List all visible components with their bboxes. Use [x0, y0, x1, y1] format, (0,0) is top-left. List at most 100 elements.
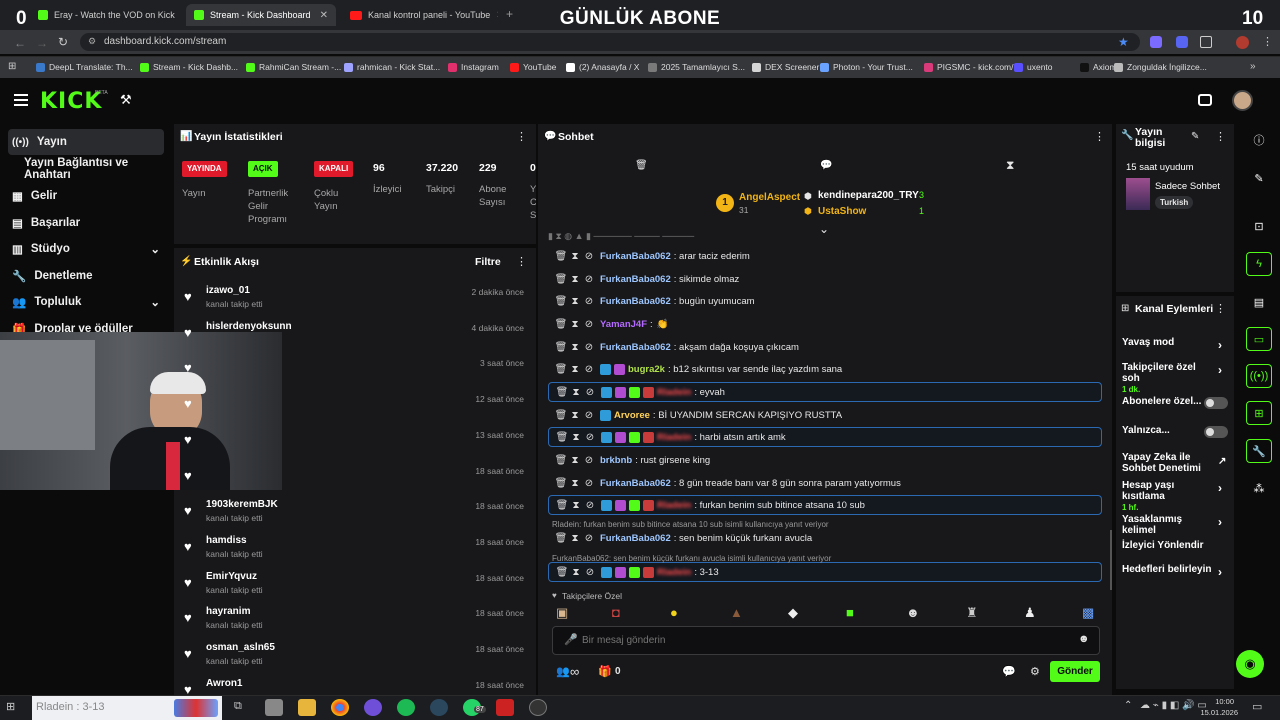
leader-name-2[interactable]: kendinepara200_TRY [818, 190, 919, 201]
wrench-icon[interactable]: 🔧 [1246, 439, 1272, 463]
timeout-hourglass-icon[interactable]: ⧗ [568, 533, 582, 544]
bookmark-item[interactable]: rahmican - Kick Stat... [344, 62, 440, 72]
chat-username[interactable]: YamanJ4F [600, 319, 647, 330]
chat-username[interactable]: FurkanBaba062 [600, 274, 671, 285]
chat-username[interactable]: Arvoree [614, 410, 650, 421]
channel-action-item[interactable]: Yasaklanmış kelimel [1122, 514, 1230, 536]
timeout-hourglass-icon[interactable]: ⧗ [569, 567, 583, 578]
emote-icon[interactable]: ◆ [788, 605, 798, 621]
close-tab-icon[interactable]: ✕ [320, 10, 328, 21]
reload-icon[interactable]: ↻ [58, 35, 68, 49]
chevron-right-icon[interactable]: › [1218, 338, 1222, 352]
ban-icon[interactable]: ⊘ [582, 296, 596, 307]
ban-icon[interactable]: ⊘ [582, 364, 596, 375]
user-avatar[interactable] [1232, 90, 1253, 111]
tray-chevron-icon[interactable]: ⌃ [1124, 700, 1132, 711]
delete-message-icon[interactable]: 🗑 [554, 251, 568, 262]
sidebar-item-studyo[interactable]: ▥ Stüdyo ⌄ [8, 236, 164, 262]
delete-message-icon[interactable]: 🗑 [555, 567, 569, 578]
timeout-hourglass-icon[interactable]: ⧗ [568, 455, 582, 466]
leader-name-3[interactable]: UstaShow [818, 206, 866, 217]
emoji-picker-icon[interactable]: ☻ [1078, 633, 1090, 645]
bookmark-item[interactable]: DeepL Translate: Th... [36, 62, 133, 72]
chat-bubble-icon[interactable]: ▭ [1246, 327, 1272, 351]
filter-button[interactable]: Filtre [475, 256, 501, 268]
channel-action-item[interactable]: Yavaş mod [1122, 337, 1230, 348]
sidebar-item-yayin[interactable]: ((•)) Yayın [8, 129, 164, 155]
support-chat-button[interactable]: ◉ [1236, 650, 1264, 678]
channel-action-item[interactable]: Takipçilere özel soh 1 dk. [1122, 362, 1230, 395]
more-options-icon[interactable]: ⋮ [1215, 130, 1226, 143]
emote-icon[interactable]: ☻ [906, 605, 920, 620]
sidebar-item-basarilar[interactable]: ▤ Başarılar [8, 210, 164, 236]
chevron-right-icon[interactable]: › [1218, 565, 1222, 579]
chat-bubble-icon[interactable]: 💬 [820, 160, 832, 171]
extension-icon[interactable] [1150, 36, 1162, 48]
ban-icon[interactable]: ⊘ [582, 478, 596, 489]
bookmark-item[interactable]: PIGSMC - kick.com/... [924, 62, 1021, 72]
timeout-hourglass-icon[interactable]: ⧗ [568, 364, 582, 375]
ban-icon[interactable]: ⊘ [583, 500, 597, 511]
delete-message-icon[interactable]: 🗑 [554, 342, 568, 353]
emote-icon[interactable]: ● [670, 605, 678, 620]
microphone-icon[interactable]: 🎤 [564, 633, 578, 646]
bookmark-item[interactable]: Instagram [448, 62, 499, 72]
emote-icon[interactable]: ♟ [1024, 605, 1036, 621]
timeout-hourglass-icon[interactable]: ⧗ [569, 500, 583, 511]
bookmark-item[interactable]: Photon - Your Trust... [820, 62, 913, 72]
timeout-hourglass-icon[interactable]: ⧗ [569, 432, 583, 443]
windows-start-icon[interactable]: ⊞ [6, 700, 15, 713]
category-name[interactable]: Sadece Sohbet [1155, 181, 1220, 192]
delete-message-icon[interactable]: 🗑 [554, 478, 568, 489]
bookmark-item[interactable]: (2) Anasayfa / X [566, 62, 639, 72]
profile-avatar-icon[interactable] [1236, 36, 1249, 49]
notifications-icon[interactable]: ▭ [1252, 700, 1262, 713]
document-icon[interactable]: ▤ [1246, 290, 1272, 314]
more-options-icon[interactable]: ⋮ [1094, 130, 1105, 143]
tab-eray-vod[interactable]: Eray - Watch the VOD on Kick✕ [30, 4, 180, 26]
ban-icon[interactable]: ⊘ [582, 455, 596, 466]
kick-logo[interactable]: KICK [40, 89, 102, 114]
follower-name[interactable]: hayranim [206, 606, 250, 617]
delete-message-icon[interactable]: 🗑 [554, 455, 568, 466]
more-options-icon[interactable]: ⋮ [1215, 302, 1226, 315]
chat-username[interactable]: FurkanBaba062 [600, 251, 671, 262]
channel-action-item[interactable]: İzleyici Yönlendir [1122, 540, 1230, 551]
chat-username[interactable]: Rladein [657, 567, 691, 578]
bookmark-item[interactable]: Stream - Kick Dashb... [140, 62, 238, 72]
external-link-icon[interactable]: ↗ [1218, 456, 1226, 467]
more-options-icon[interactable]: ⋮ [516, 255, 527, 268]
chat-username[interactable]: Rladein [657, 387, 691, 398]
back-icon[interactable]: ← [14, 36, 26, 50]
delete-message-icon[interactable]: 🗑 [554, 274, 568, 285]
ban-icon[interactable]: ⊘ [583, 432, 597, 443]
hamburger-menu-icon[interactable] [14, 94, 28, 106]
emote-icon[interactable]: ♜ [966, 605, 978, 621]
follower-name[interactable]: 1903keremBJK [206, 499, 278, 510]
hammer-icon[interactable]: ⚒ [120, 92, 132, 108]
chat-message-input[interactable] [582, 631, 1062, 649]
delete-message-icon[interactable]: 🗑 [555, 432, 569, 443]
ban-icon[interactable]: ⊘ [582, 410, 596, 421]
chat-bubble-icon[interactable]: 💬 [1002, 665, 1016, 678]
apps-grid-icon[interactable]: ⊞ [8, 61, 16, 72]
url-field[interactable]: dashboard.kick.com/stream [80, 33, 1140, 51]
bookmark-item[interactable]: Zonguldak İngilizce... [1114, 62, 1207, 72]
chat-username[interactable]: Rladein [657, 432, 691, 443]
more-options-icon[interactable]: ⋮ [516, 130, 527, 143]
chat-username[interactable]: Rladein [657, 500, 691, 511]
follower-name[interactable]: osman_asln65 [206, 642, 275, 653]
toggle-switch[interactable] [1204, 397, 1228, 409]
sidebar-item-gelir[interactable]: ▦ Gelir [8, 183, 164, 209]
delete-message-icon[interactable]: 🗑 [555, 387, 569, 398]
tab-stream-dashboard[interactable]: Stream - Kick Dashboard ✕ [186, 4, 336, 26]
capture-icon[interactable]: ⊡ [1246, 214, 1272, 238]
ban-icon[interactable]: ⊘ [582, 533, 596, 544]
broadcast-icon[interactable]: ((•)) [1246, 364, 1272, 388]
ban-icon[interactable]: ⊘ [583, 567, 597, 578]
obs-icon[interactable] [529, 699, 547, 716]
ban-icon[interactable]: ⊘ [583, 387, 597, 398]
edit-pencil-icon[interactable]: ✎ [1246, 166, 1272, 190]
site-info-icon[interactable]: ⚙ [88, 36, 96, 47]
delete-message-icon[interactable]: 🗑 [554, 410, 568, 421]
